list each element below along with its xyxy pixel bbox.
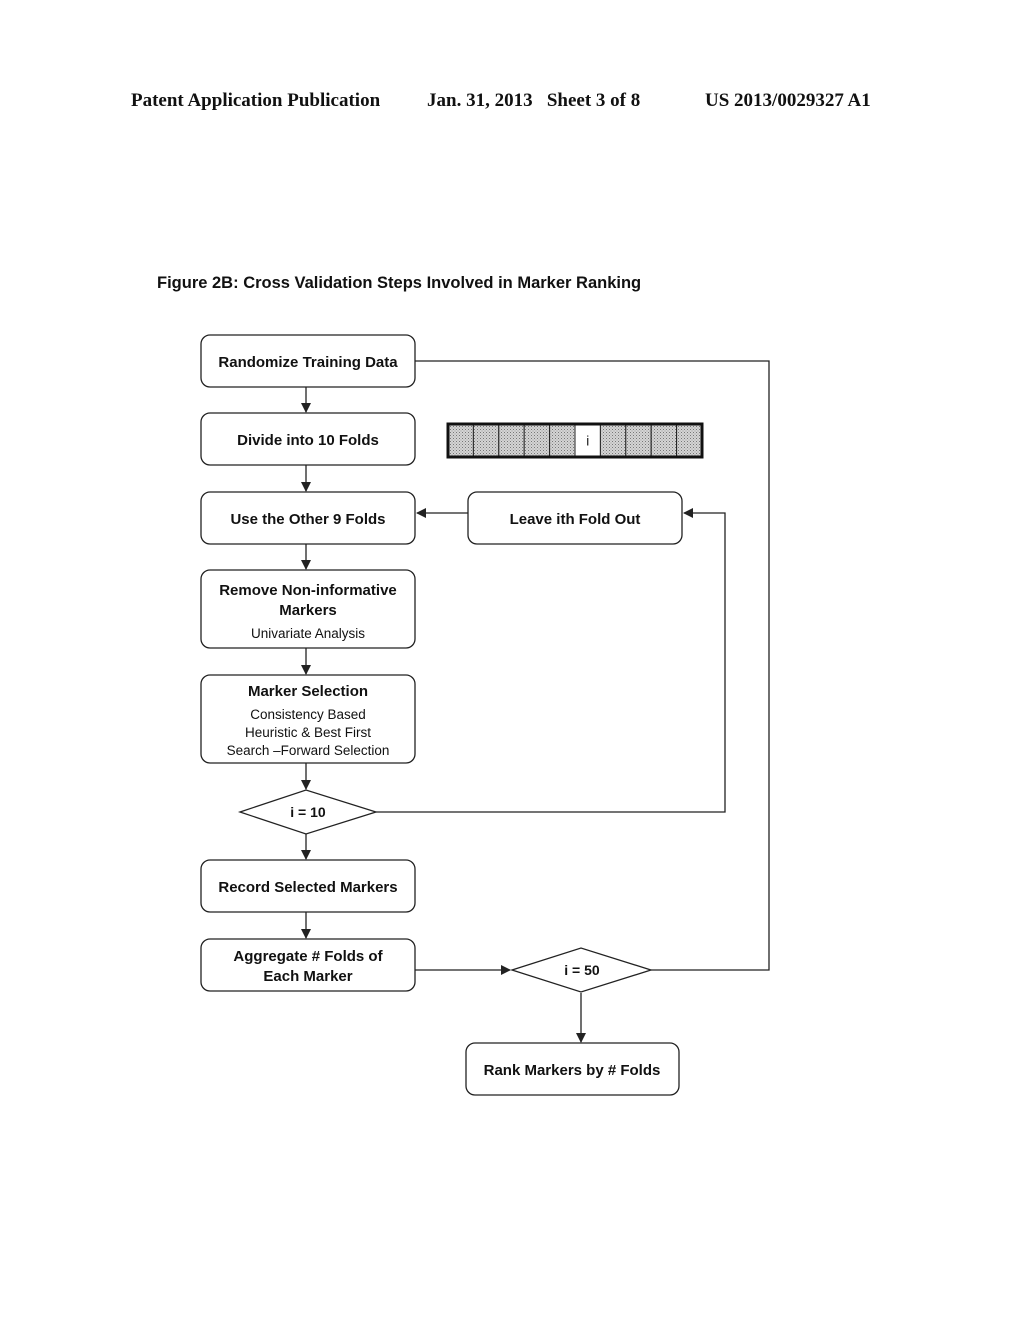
fold-cell <box>599 423 627 458</box>
node-randomize: Randomize Training Data <box>200 334 416 388</box>
fold-cell <box>650 423 678 458</box>
fold-cell <box>498 423 525 458</box>
node-selection-sub-2: Heuristic & Best First <box>245 725 371 740</box>
fold-cell <box>523 423 551 458</box>
decision-i-50-label: i = 50 <box>564 962 600 978</box>
node-rank-label: Rank Markers by # Folds <box>484 1062 661 1079</box>
node-use-other-label: Use the Other 9 Folds <box>230 511 385 528</box>
folds-strip: i <box>446 422 704 459</box>
node-rank: Rank Markers by # Folds <box>465 1042 680 1096</box>
fold-cell <box>447 423 474 458</box>
flowchart: Randomize Training Data Divide into 10 F… <box>200 334 770 1096</box>
decision-i-10: i = 10 <box>237 789 379 835</box>
node-remove: Remove Non-informative Markers Univariat… <box>200 569 416 649</box>
node-selection-sub-1: Consistency Based <box>250 707 366 722</box>
node-remove-title-2: Markers <box>279 602 337 619</box>
fold-highlight-label: i <box>586 434 589 449</box>
node-leave-out-label: Leave ith Fold Out <box>510 511 641 528</box>
node-leave-out: Leave ith Fold Out <box>467 491 683 545</box>
node-aggregate-title-2: Each Marker <box>263 968 352 985</box>
node-record-label: Record Selected Markers <box>218 879 397 896</box>
node-record: Record Selected Markers <box>200 859 416 913</box>
loop-decision10-to-leave-out <box>376 508 726 813</box>
fold-cell <box>676 423 703 458</box>
node-aggregate: Aggregate # Folds of Each Marker <box>200 938 416 992</box>
node-divide: Divide into 10 Folds <box>200 412 416 466</box>
node-use-other: Use the Other 9 Folds <box>200 491 416 545</box>
node-selection-title: Marker Selection <box>248 683 368 700</box>
node-selection: Marker Selection Consistency Based Heuri… <box>200 674 416 764</box>
decision-i-10-label: i = 10 <box>290 804 326 820</box>
node-remove-title-1: Remove Non-informative <box>219 582 397 599</box>
node-remove-subtitle: Univariate Analysis <box>251 626 365 641</box>
node-divide-label: Divide into 10 Folds <box>237 432 379 449</box>
node-randomize-label: Randomize Training Data <box>218 354 398 371</box>
fold-cell <box>625 423 652 458</box>
fold-cell <box>472 423 500 458</box>
node-selection-sub-3: Search –Forward Selection <box>227 743 390 758</box>
fold-cell <box>549 423 576 458</box>
decision-i-50: i = 50 <box>509 947 654 993</box>
node-aggregate-title-1: Aggregate # Folds of <box>233 948 383 965</box>
